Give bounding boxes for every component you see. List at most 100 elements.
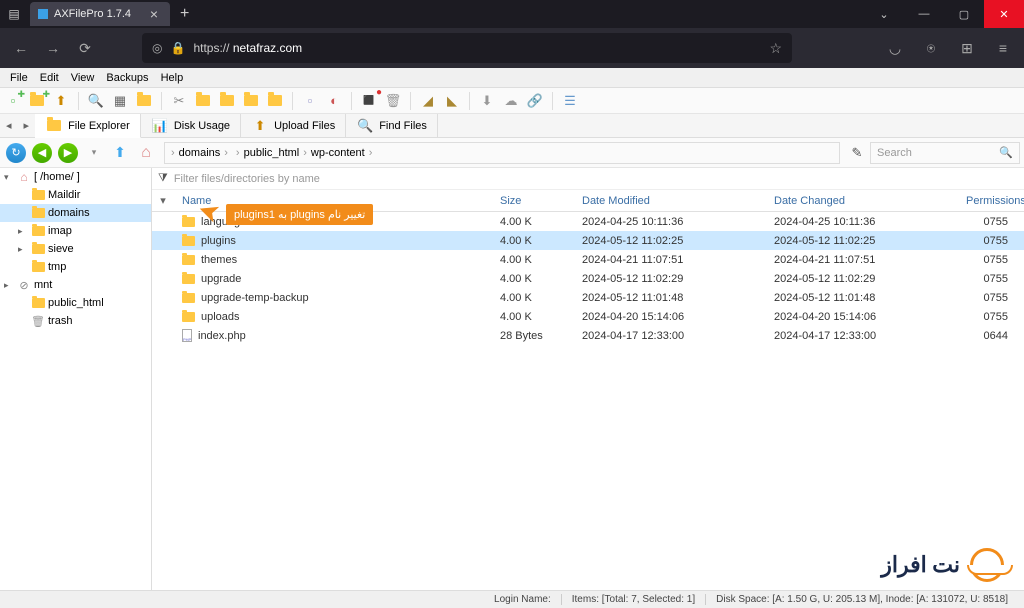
tree-item-mnt[interactable]: ▸⊘mnt [0, 276, 151, 294]
address-bar[interactable]: ◎ 🔒 https:// netafraz.com ☆ [142, 33, 792, 63]
filter-icon[interactable]: ⧩ [158, 172, 168, 185]
rename-icon[interactable] [266, 92, 284, 110]
shield-icon: ◎ [152, 41, 162, 55]
tree-root[interactable]: ▾ ⌂ [ /home/ ] [0, 168, 151, 186]
extensions-icon[interactable]: ⊞ [952, 33, 982, 63]
tab-title: AXFilePro 1.7.4 [54, 8, 146, 20]
app-menu-icon[interactable]: ≡ [988, 33, 1018, 63]
path-bar: ↻ ◀ ▶ ▾ ⬆ ⌂ ›domains››public_html›wp-con… [0, 138, 1024, 168]
nav-back-button[interactable]: ◀ [30, 141, 54, 165]
tab-next-icon[interactable]: ▸ [18, 119, 36, 132]
link-icon[interactable]: 🔗 [526, 92, 544, 110]
tab-find-files[interactable]: 🔍Find Files [346, 114, 438, 137]
trash-icon: 🗑 [31, 315, 45, 328]
sync-icon[interactable]: ↻ [4, 141, 28, 165]
pocket-icon[interactable]: ◡ [880, 33, 910, 63]
list-view-icon[interactable]: ☰ [561, 92, 579, 110]
search-icon[interactable]: 🔍 [87, 92, 105, 110]
tab-prev-icon[interactable]: ◂ [0, 119, 18, 132]
breadcrumb[interactable]: ›domains››public_html›wp-content› [164, 142, 840, 164]
folder-icon [32, 262, 45, 272]
tree-item-domains[interactable]: domains [0, 204, 151, 222]
breadcrumb-segment[interactable]: domains [179, 147, 221, 159]
permissions-icon[interactable]: ◐ [325, 92, 343, 110]
tree-item-imap[interactable]: ▸imap [0, 222, 151, 240]
new-tab-button[interactable]: + [170, 5, 199, 23]
bookmark-star-icon[interactable]: ☆ [769, 40, 782, 57]
folder-icon [182, 236, 195, 246]
table-row[interactable]: upgrade-temp-backup4.00 K2024-05-12 11:0… [152, 288, 1024, 307]
cut-icon[interactable]: ✂ [170, 92, 188, 110]
select-all-icon[interactable]: ▦ [111, 92, 129, 110]
search-input[interactable]: Search🔍 [870, 142, 1020, 164]
refresh-folder-icon[interactable] [135, 92, 153, 110]
status-bar: Login Name: Items: [Total: 7, Selected: … [0, 590, 1024, 608]
new-file-icon[interactable]: ▫✚ [4, 92, 22, 110]
account-icon[interactable]: ⍟ [916, 33, 946, 63]
column-menu-icon[interactable]: ▾ [152, 194, 174, 207]
menu-help[interactable]: Help [155, 70, 190, 86]
tree-item-sieve[interactable]: ▸sieve [0, 240, 151, 258]
search-icon[interactable]: 🔍 [999, 146, 1013, 159]
maximize-button[interactable]: ▢ [944, 0, 984, 28]
archive-icon[interactable]: ◢ [419, 92, 437, 110]
minimize-button[interactable]: ― [904, 0, 944, 28]
browser-toolbar: ← → ⟳ ◎ 🔒 https:// netafraz.com ☆ ◡ ⍟ ⊞ … [0, 28, 1024, 68]
paste-icon[interactable] [218, 92, 236, 110]
browser-titlebar: ▤ AXFilePro 1.7.4 × + ⌄ ― ▢ ✕ [0, 0, 1024, 28]
tab-upload-files[interactable]: ⬆Upload Files [241, 114, 346, 137]
home-icon[interactable]: ⌂ [134, 141, 158, 165]
breadcrumb-segment[interactable]: public_html [244, 147, 300, 159]
tab-file-explorer[interactable]: File Explorer [35, 114, 141, 138]
extract-icon[interactable]: ◣ [443, 92, 461, 110]
chevron-down-icon[interactable]: ⌄ [864, 0, 904, 28]
menu-backups[interactable]: Backups [100, 70, 154, 86]
status-disk: Disk Space: [A: 1.50 G, U: 205.13 M], In… [705, 594, 1018, 605]
folder-icon [182, 293, 195, 303]
back-button[interactable]: ← [6, 33, 36, 63]
compress-icon[interactable]: ▫ [301, 92, 319, 110]
close-window-button[interactable]: ✕ [984, 0, 1024, 28]
new-folder-icon[interactable]: ✚ [28, 92, 46, 110]
nav-forward-button[interactable]: ▶ [56, 141, 80, 165]
copy-icon[interactable] [194, 92, 212, 110]
menu-file[interactable]: File [4, 70, 34, 86]
reload-button[interactable]: ⟳ [70, 33, 100, 63]
folder-icon [182, 312, 195, 322]
tree-item-tmp[interactable]: tmp [0, 258, 151, 276]
delete-icon[interactable]: 🗑 [384, 92, 402, 110]
browser-tab[interactable]: AXFilePro 1.7.4 × [30, 2, 170, 26]
status-items: Items: [Total: 7, Selected: 1] [561, 594, 705, 605]
logo-mark-icon [970, 548, 1004, 582]
edit-path-icon[interactable]: ✎ [846, 145, 868, 161]
tree-item-public_html[interactable]: public_html [0, 294, 151, 312]
table-row[interactable]: upgrade4.00 K2024-05-12 11:02:292024-05-… [152, 269, 1024, 288]
dropdown-icon[interactable]: ▾ [82, 141, 106, 165]
table-row[interactable]: uploads4.00 K2024-04-20 15:14:062024-04-… [152, 307, 1024, 326]
stop-icon[interactable]: ⬛● [360, 92, 378, 110]
sidebar-tree: ▾ ⌂ [ /home/ ] Maildirdomains▸imap▸sieve… [0, 168, 152, 590]
table-row[interactable]: themes4.00 K2024-04-21 11:07:512024-04-2… [152, 250, 1024, 269]
table-row[interactable]: index.php28 Bytes2024-04-17 12:33:002024… [152, 326, 1024, 345]
annotation-callout: تغییر نام plugins به plugins1 [226, 204, 373, 225]
tab-disk-usage[interactable]: 📊Disk Usage [141, 114, 241, 137]
filter-input[interactable]: Filter files/directories by name [174, 173, 320, 185]
tab-close-icon[interactable]: × [146, 6, 162, 22]
download-icon[interactable]: ⬇ [478, 92, 496, 110]
folder-icon [182, 217, 195, 227]
upload-icon[interactable]: ⬆ [52, 92, 70, 110]
window-menu-icon[interactable]: ▤ [0, 7, 28, 21]
move-icon[interactable] [242, 92, 260, 110]
cloud-icon[interactable]: ☁ [502, 92, 520, 110]
up-level-button[interactable]: ⬆ [108, 141, 132, 165]
menu-edit[interactable]: Edit [34, 70, 65, 86]
file-icon [182, 329, 192, 342]
app-tabs: ◂ ▸ File Explorer📊Disk Usage⬆Upload File… [0, 114, 1024, 138]
lock-icon: 🔒 [170, 41, 185, 55]
breadcrumb-segment[interactable]: wp-content [311, 147, 365, 159]
table-row[interactable]: plugins4.00 K2024-05-12 11:02:252024-05-… [152, 231, 1024, 250]
tree-item-trash[interactable]: 🗑trash [0, 312, 151, 330]
forward-button[interactable]: → [38, 33, 68, 63]
tree-item-Maildir[interactable]: Maildir [0, 186, 151, 204]
menu-view[interactable]: View [65, 70, 101, 86]
